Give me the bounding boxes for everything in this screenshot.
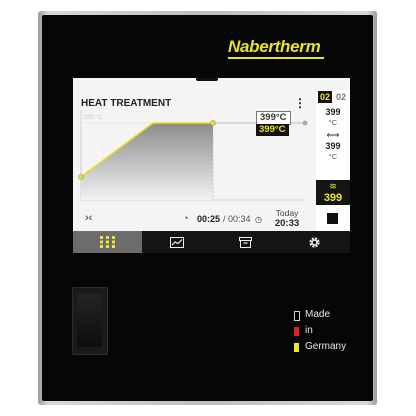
more-vertical-icon[interactable]: ⋮	[294, 96, 306, 110]
heating-icon: ≋	[329, 181, 337, 191]
screen-pull-tab[interactable]	[196, 78, 218, 81]
usb-port-flap	[77, 294, 102, 347]
total-time-value: 00:34	[228, 214, 251, 224]
flag-black	[294, 311, 300, 321]
end-point	[302, 120, 308, 126]
in-text: in	[305, 325, 313, 336]
brand-logo: Nabertherm	[228, 37, 321, 56]
made-line-3: Germany	[294, 341, 346, 352]
target-temperature-value: 399	[325, 107, 341, 117]
current-point	[210, 120, 216, 126]
stop-button[interactable]	[316, 205, 350, 231]
usb-port-cover[interactable]	[72, 287, 108, 355]
nav-chart[interactable]	[142, 231, 211, 253]
germany-text: Germany	[305, 341, 347, 352]
elapsed-time: 00:25	[197, 214, 221, 224]
actual-temperature: 399°C	[256, 124, 289, 136]
program-tabs: 02 02	[316, 90, 350, 104]
program-tab-inactive[interactable]: 02	[334, 91, 348, 103]
bottom-navbar	[73, 231, 350, 253]
collapse-arrows-icon[interactable]: ›‹	[85, 212, 92, 224]
archive-icon	[239, 236, 252, 248]
dashboard-grid-icon	[99, 236, 115, 248]
settings-icon	[309, 236, 320, 248]
stopwatch-icon: ◷	[255, 215, 262, 224]
setpoint-temperature: 399°C	[256, 111, 291, 125]
page-title: HEAT TREATMENT	[81, 98, 172, 109]
nav-archive[interactable]	[211, 231, 280, 253]
ramp-value: 399	[325, 141, 341, 151]
ghost-label: 200 °C	[83, 113, 103, 121]
ramp-unit: °C	[328, 152, 338, 161]
nav-settings[interactable]	[280, 231, 349, 253]
today-label: Today	[275, 208, 299, 218]
chart-icon	[169, 236, 184, 248]
ramp-arrows-icon: ⟷	[326, 130, 340, 140]
brand-underline	[228, 57, 324, 59]
heating-value: 399	[323, 192, 343, 204]
total-time: / 00:34	[223, 214, 251, 224]
start-point	[78, 174, 84, 180]
segment-timer-icon: ◔	[183, 213, 189, 223]
made-line-1: Made	[294, 309, 331, 321]
controller-device: Nabertherm HEAT TREATMENT ⋮ 200 °C 399°C…	[38, 11, 377, 405]
program-tab-active[interactable]: 02	[318, 91, 332, 103]
current-clock: 20:33	[274, 218, 300, 229]
flag-red	[294, 327, 299, 336]
front-panel: Nabertherm HEAT TREATMENT ⋮ 200 °C 399°C…	[42, 15, 373, 401]
flag-gold	[294, 343, 299, 352]
touch-screen: HEAT TREATMENT ⋮ 200 °C 399°C 399°C ›‹ ◔…	[73, 78, 350, 253]
stop-icon	[327, 213, 338, 224]
made-line-2: in	[294, 325, 313, 336]
nav-dashboard[interactable]	[73, 231, 142, 253]
made-text: Made	[305, 309, 331, 320]
target-temperature-unit: °C	[328, 118, 338, 127]
